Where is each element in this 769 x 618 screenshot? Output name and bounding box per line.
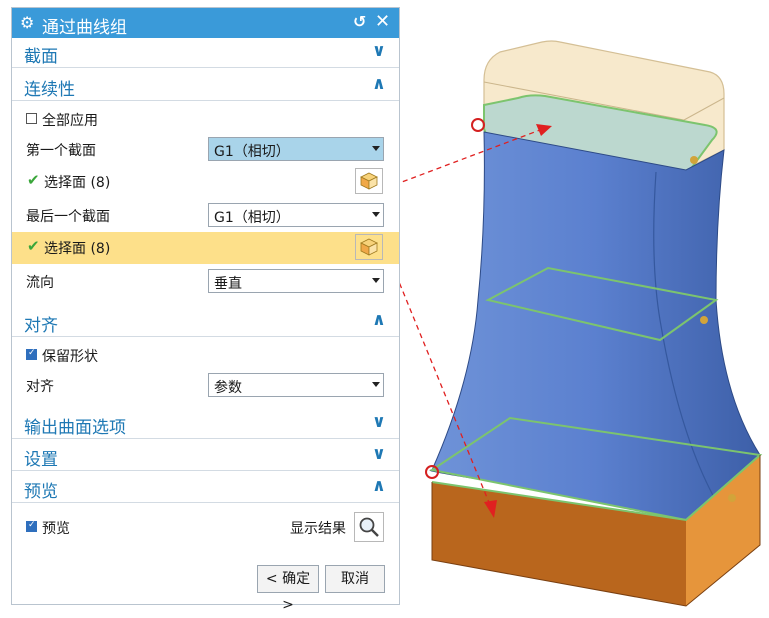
preview-row: 预览 显示结果 xyxy=(12,510,399,544)
select-face-row-1[interactable]: ✔ 选择面 (8) xyxy=(12,166,399,196)
direction-handle-middle[interactable] xyxy=(700,316,708,324)
dropdown-arrow-icon xyxy=(372,146,380,151)
first-section-value: G1（相切） xyxy=(214,144,290,160)
lofted-surface xyxy=(429,131,763,522)
chevron-up-icon[interactable]: ∧ xyxy=(372,476,386,496)
direction-handle-bottom[interactable] xyxy=(728,494,736,502)
last-section-value: G1（相切） xyxy=(214,210,290,226)
preserve-shape-label: 保留形状 xyxy=(42,349,98,365)
align-label: 对齐 xyxy=(26,379,54,395)
check-icon: ✔ xyxy=(27,171,40,189)
section-label: 设置 xyxy=(24,450,58,470)
section-label: 连续性 xyxy=(24,80,75,100)
align-row: 对齐 参数 xyxy=(12,370,399,400)
section-header-preview[interactable]: 预览 ∧ xyxy=(12,474,399,503)
chevron-up-icon[interactable]: ∧ xyxy=(372,74,386,94)
section-header-continuity[interactable]: 连续性 ∧ xyxy=(12,72,399,101)
chevron-down-icon[interactable]: ∨ xyxy=(372,41,386,61)
section-header-section[interactable]: 截面 ∨ xyxy=(12,39,399,68)
dropdown-arrow-icon xyxy=(372,278,380,283)
preserve-shape-row[interactable]: 保留形状 xyxy=(12,340,399,370)
align-select[interactable]: 参数 xyxy=(208,373,384,397)
section-header-settings[interactable]: 设置 ∨ xyxy=(12,442,399,471)
gear-icon[interactable]: ⚙ xyxy=(20,13,34,32)
last-section-select[interactable]: G1（相切） xyxy=(208,203,384,227)
dialog-title: 通过曲线组 xyxy=(42,18,127,38)
select-face-label: 选择面 (8) xyxy=(44,175,111,191)
select-face-row-2[interactable]: ✔ 选择面 (8) xyxy=(12,232,399,264)
cancel-button[interactable]: 取消 xyxy=(325,565,385,593)
cube-icon xyxy=(360,172,378,190)
first-section-select[interactable]: G1（相切） xyxy=(208,137,384,161)
show-result-button[interactable] xyxy=(354,512,384,542)
flow-direction-label: 流向 xyxy=(26,275,54,291)
select-face-button[interactable] xyxy=(355,168,383,194)
curve-start-marker-top xyxy=(471,118,485,132)
dropdown-arrow-icon xyxy=(372,382,380,387)
direction-handle-top[interactable] xyxy=(690,156,698,164)
dialog-panel: ⚙ 通过曲线组 ↺ ✕ 截面 ∨ 连续性 ∧ 全部应用 第一个截面 G1（相切）… xyxy=(11,7,400,613)
section-label: 输出曲面选项 xyxy=(24,418,126,438)
close-icon[interactable]: ✕ xyxy=(375,11,390,32)
flow-direction-value: 垂直 xyxy=(214,276,242,292)
flow-direction-row: 流向 垂直 xyxy=(12,266,399,296)
last-section-label: 最后一个截面 xyxy=(26,209,110,225)
preview-label: 预览 xyxy=(42,521,70,537)
last-section-row: 最后一个截面 G1（相切） xyxy=(12,200,399,230)
ok-button[interactable]: < 确定 > xyxy=(257,565,319,613)
apply-all-checkbox[interactable] xyxy=(26,113,37,124)
title-bar[interactable]: ⚙ 通过曲线组 ↺ ✕ xyxy=(12,8,399,38)
preserve-shape-checkbox[interactable] xyxy=(26,348,37,360)
chevron-down-icon[interactable]: ∨ xyxy=(372,444,386,464)
check-icon: ✔ xyxy=(27,237,40,255)
magnifier-icon xyxy=(359,517,379,537)
first-section-label: 第一个截面 xyxy=(26,143,96,159)
first-section-row: 第一个截面 G1（相切） xyxy=(12,134,399,164)
apply-all-row[interactable]: 全部应用 xyxy=(12,104,399,134)
select-face-button[interactable] xyxy=(355,234,383,260)
section-header-alignment[interactable]: 对齐 ∧ xyxy=(12,308,399,337)
section-label: 对齐 xyxy=(24,316,58,336)
section-label: 截面 xyxy=(24,47,58,67)
select-face-label: 选择面 (8) xyxy=(44,241,111,257)
cube-icon xyxy=(360,238,378,256)
preview-checkbox[interactable] xyxy=(26,520,37,532)
section-header-output-options[interactable]: 输出曲面选项 ∨ xyxy=(12,410,399,439)
flow-direction-select[interactable]: 垂直 xyxy=(208,269,384,293)
reset-icon[interactable]: ↺ xyxy=(353,12,366,31)
section-label: 预览 xyxy=(24,482,58,502)
chevron-down-icon[interactable]: ∨ xyxy=(372,412,386,432)
chevron-up-icon[interactable]: ∧ xyxy=(372,310,386,330)
align-value: 参数 xyxy=(214,380,242,396)
dropdown-arrow-icon xyxy=(372,212,380,217)
show-result-label: 显示结果 xyxy=(290,521,346,537)
apply-all-label: 全部应用 xyxy=(42,113,98,129)
